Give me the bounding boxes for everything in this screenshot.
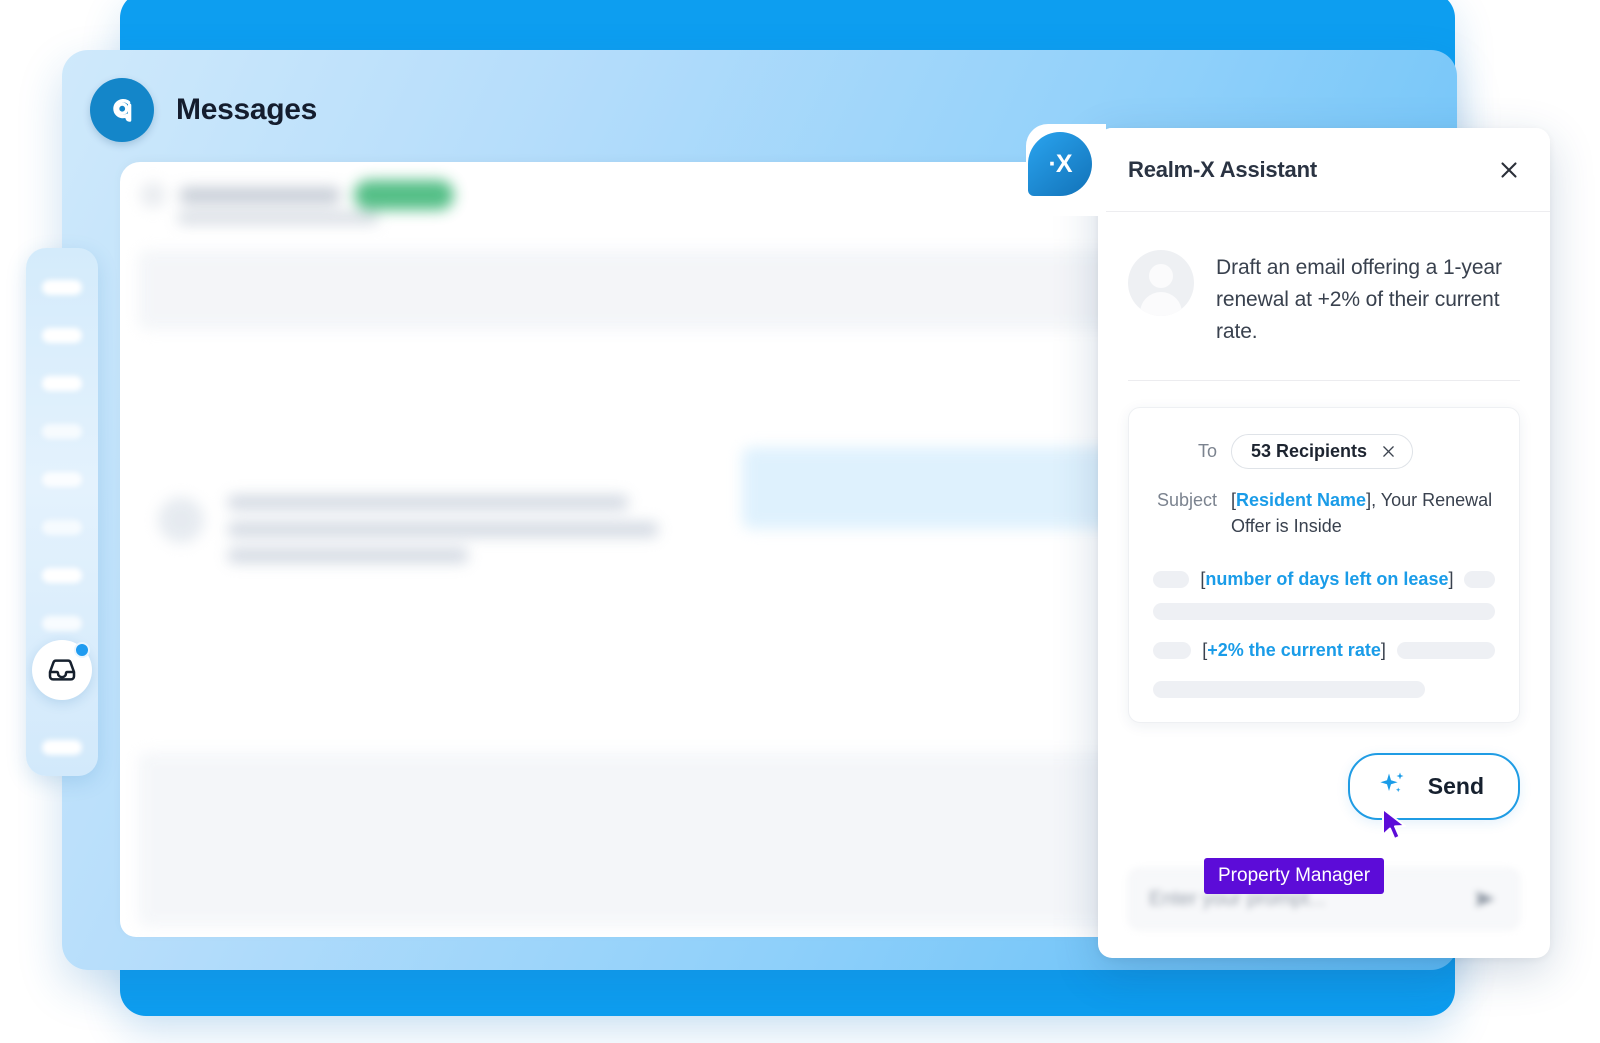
body-token-1: [number of days left on lease]	[1200, 569, 1454, 589]
realm-x-badge-icon: ·X	[1028, 132, 1092, 196]
inbox-icon	[48, 659, 76, 681]
sidebar-item-placeholder[interactable]	[42, 424, 82, 439]
notification-dot	[74, 642, 90, 658]
blurred-text-line	[228, 522, 658, 537]
skeleton-row: [+2% the current rate]	[1153, 640, 1495, 661]
skeleton-bar	[1396, 642, 1495, 659]
sidebar-item-placeholder[interactable]	[42, 328, 82, 343]
blurred-text-line	[228, 548, 468, 563]
send-arrow-icon[interactable]	[1471, 885, 1499, 913]
realm-x-assistant-panel: ·X Realm-X Assistant Draft an email offe…	[1026, 124, 1550, 958]
body-token-2: [+2% the current rate]	[1202, 640, 1386, 660]
skeleton-row: [number of days left on lease]	[1153, 569, 1495, 590]
screenshot-stage: Messages ·X Realm-X Assistant Draft an e…	[0, 0, 1600, 1043]
subject-token: Resident Name	[1236, 490, 1367, 510]
send-button[interactable]: Send	[1347, 753, 1520, 820]
skeleton-bar	[1153, 603, 1495, 620]
blurred-subtitle	[178, 212, 378, 224]
sidebar-item-placeholder[interactable]	[42, 520, 82, 535]
email-draft-card: To 53 Recipients Subject [Resident Name]…	[1128, 407, 1520, 723]
assistant-header: ·X Realm-X Assistant	[1026, 124, 1550, 216]
assistant-title: Realm-X Assistant	[1128, 156, 1317, 182]
window-header: Messages	[90, 78, 317, 142]
divider	[1128, 380, 1520, 381]
skeleton-row	[1153, 681, 1495, 698]
brand-a-logo-icon	[90, 78, 154, 142]
blurred-status-badge	[354, 180, 454, 210]
to-field-row: To 53 Recipients	[1153, 434, 1495, 469]
send-row: Send	[1098, 723, 1550, 820]
close-icon[interactable]	[1494, 155, 1524, 185]
recipients-chip[interactable]: 53 Recipients	[1231, 434, 1414, 469]
blurred-name	[180, 186, 340, 204]
blurred-message-avatar	[158, 497, 204, 543]
skeleton-bar	[1464, 571, 1495, 588]
blurred-header-row	[140, 180, 454, 210]
user-message-text: Draft an email offering a 1-year renewal…	[1216, 256, 1502, 343]
subject-field-row: Subject [Resident Name], Your Renewal Of…	[1153, 487, 1495, 539]
assistant-body: Draft an email offering a 1-year renewal…	[1098, 212, 1550, 723]
page-title: Messages	[176, 93, 318, 126]
sidebar-item-placeholder[interactable]	[42, 568, 82, 583]
send-button-label: Send	[1427, 773, 1484, 799]
to-label: To	[1197, 441, 1217, 461]
sidebar-rail	[26, 248, 98, 776]
email-body-skeleton: [number of days left on lease] [+2% the …	[1153, 569, 1495, 698]
sidebar-item-placeholder[interactable]	[42, 376, 82, 391]
recipients-chip-label: 53 Recipients	[1251, 441, 1368, 461]
skeleton-bar	[1153, 681, 1425, 698]
close-icon[interactable]	[1380, 443, 1397, 460]
sidebar-item-placeholder[interactable]	[42, 616, 82, 631]
skeleton-bar	[1153, 571, 1190, 588]
sidebar-item-placeholder[interactable]	[42, 472, 82, 487]
user-message: Draft an email offering a 1-year renewal…	[1128, 250, 1520, 348]
subject-label: Subject	[1156, 490, 1217, 510]
skeleton-row	[1153, 603, 1495, 620]
blurred-text-line	[228, 495, 628, 510]
remote-cursor-label: Property Manager	[1204, 858, 1385, 894]
subject-value: [Resident Name], Your Renewal Offer is I…	[1231, 490, 1493, 536]
sparkle-icon	[1376, 767, 1410, 806]
skeleton-bar	[1153, 642, 1192, 659]
avatar	[1128, 250, 1194, 316]
sidebar-item-placeholder[interactable]	[42, 280, 82, 295]
sidebar-item-placeholder[interactable]	[42, 740, 82, 755]
blurred-avatar	[140, 182, 166, 208]
